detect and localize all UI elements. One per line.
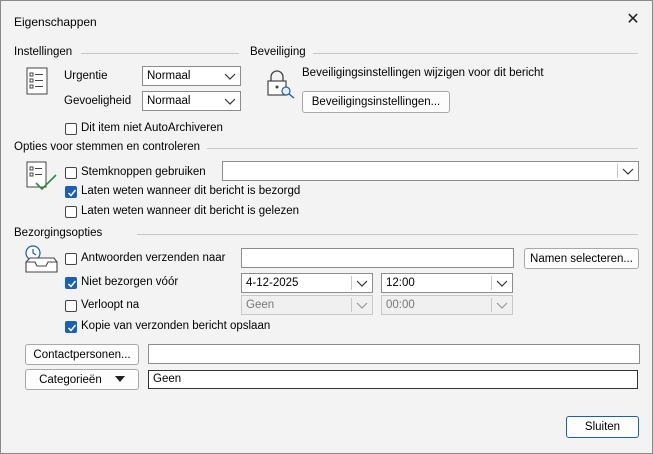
expires-date-separator bbox=[351, 298, 352, 312]
use-voting-label: Stemknoppen gebruiken bbox=[81, 166, 206, 178]
security-header: Beveiliging bbox=[250, 46, 306, 58]
security-description: Beveiligingsinstellingen wijzigen voor d… bbox=[302, 67, 544, 79]
expires-date-value: Geen bbox=[246, 299, 275, 311]
categories-label: Categorieën bbox=[39, 374, 102, 386]
read-receipt-checkbox[interactable] bbox=[65, 206, 77, 218]
settings-divider bbox=[81, 53, 239, 54]
not-before-time-value: 12:00 bbox=[386, 277, 415, 289]
chevron-down-icon bbox=[496, 302, 508, 309]
voting-check-icon bbox=[26, 161, 58, 196]
categories-field: Geen bbox=[148, 370, 638, 389]
no-autoarchive-checkbox[interactable] bbox=[65, 123, 77, 135]
not-before-date-value: 4-12-2025 bbox=[246, 277, 299, 289]
replies-to-checkbox[interactable] bbox=[65, 253, 77, 265]
settings-header: Instellingen bbox=[14, 46, 73, 58]
chevron-down-icon bbox=[496, 280, 508, 287]
delivered-receipt-checkbox[interactable] bbox=[65, 186, 77, 198]
chevron-down-icon bbox=[622, 168, 634, 175]
sensitivity-value: Normaal bbox=[147, 95, 191, 107]
expires-checkbox[interactable] bbox=[65, 300, 77, 312]
voting-select-separator bbox=[617, 164, 618, 178]
delivered-receipt-label: Laten weten wanneer dit bericht is bezor… bbox=[81, 185, 301, 197]
select-names-button[interactable]: Namen selecteren... bbox=[524, 248, 639, 269]
urgency-label: Urgentie bbox=[64, 70, 108, 82]
date-select-separator bbox=[351, 276, 352, 290]
not-before-time-select[interactable]: 12:00 bbox=[381, 273, 513, 293]
chevron-down-icon bbox=[356, 302, 368, 309]
security-divider bbox=[313, 53, 638, 54]
close-icon[interactable]: ✕ bbox=[622, 9, 644, 31]
use-voting-checkbox[interactable] bbox=[65, 167, 77, 179]
properties-dialog: Eigenschappen ✕ Instellingen Urgentie No… bbox=[0, 0, 653, 454]
settings-list-icon bbox=[26, 67, 50, 100]
dialog-title: Eigenschappen bbox=[14, 15, 97, 29]
expires-time-select[interactable]: 00:00 bbox=[381, 295, 513, 315]
dropdown-arrow-icon bbox=[114, 376, 125, 382]
expires-date-select[interactable]: Geen bbox=[241, 295, 373, 315]
expires-label: Verloopt na bbox=[81, 299, 140, 311]
expires-time-value: 00:00 bbox=[386, 299, 415, 311]
delivery-clock-tray-icon bbox=[24, 244, 58, 279]
chevron-down-icon bbox=[224, 98, 236, 105]
replies-to-label: Antwoorden verzenden naar bbox=[81, 252, 226, 264]
not-before-date-select[interactable]: 4-12-2025 bbox=[241, 273, 373, 293]
sensitivity-select[interactable]: Normaal bbox=[142, 91, 241, 111]
voting-buttons-select[interactable] bbox=[222, 161, 639, 181]
categories-button[interactable]: Categorieën bbox=[25, 369, 139, 390]
chevron-down-icon bbox=[356, 280, 368, 287]
voting-divider bbox=[207, 148, 638, 149]
checkmark-icon bbox=[67, 280, 77, 288]
replies-to-input[interactable] bbox=[241, 248, 514, 268]
categories-value: Geen bbox=[153, 373, 182, 385]
save-copy-checkbox[interactable] bbox=[65, 321, 77, 333]
security-settings-button[interactable]: Beveiligingsinstellingen... bbox=[302, 91, 450, 113]
delivery-header: Bezorgingsopties bbox=[14, 227, 103, 239]
close-button[interactable]: Sluiten bbox=[566, 416, 639, 438]
contacts-button[interactable]: Contactpersonen... bbox=[25, 344, 139, 365]
sensitivity-label: Gevoeligheid bbox=[64, 95, 132, 107]
urgency-value: Normaal bbox=[147, 70, 191, 82]
lock-key-icon bbox=[264, 69, 296, 102]
no-autoarchive-label: Dit item niet AutoArchiveren bbox=[81, 122, 223, 134]
save-copy-label: Kopie van verzonden bericht opslaan bbox=[81, 320, 271, 332]
chevron-down-icon bbox=[224, 73, 236, 80]
not-before-label: Niet bezorgen vóór bbox=[81, 276, 179, 288]
delivery-divider bbox=[137, 234, 638, 235]
not-before-checkbox[interactable] bbox=[65, 277, 77, 289]
urgency-select[interactable]: Normaal bbox=[142, 66, 241, 86]
contacts-input[interactable] bbox=[148, 344, 640, 364]
checkmark-icon bbox=[67, 189, 77, 197]
voting-header: Opties voor stemmen en controleren bbox=[14, 141, 201, 153]
checkmark-icon bbox=[67, 324, 77, 332]
read-receipt-label: Laten weten wanneer dit bericht is gelez… bbox=[81, 205, 300, 217]
expires-time-separator bbox=[491, 298, 492, 312]
time-select-separator bbox=[491, 276, 492, 290]
